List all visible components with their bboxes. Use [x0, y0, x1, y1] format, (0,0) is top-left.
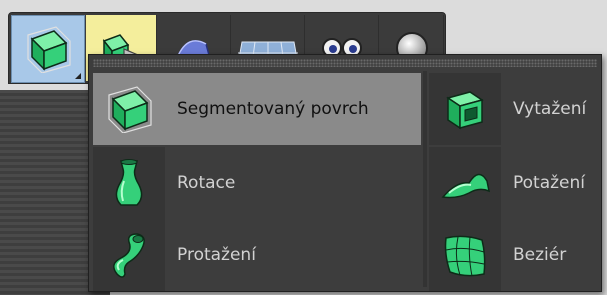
- menu-item-loft[interactable]: Potažení: [429, 147, 597, 219]
- menu-item-label: Segmentovaný povrch: [177, 99, 369, 119]
- sweep-tube-icon: [113, 233, 145, 278]
- menu-item-extrude[interactable]: Vytažení: [429, 73, 597, 145]
- submenu-indicator-icon: [75, 73, 81, 79]
- menu-drag-grip[interactable]: [93, 59, 597, 67]
- menu-item-label: Protažení: [177, 245, 256, 265]
- menu-item-bezier[interactable]: Beziér: [429, 219, 597, 291]
- subdivision-surface-icon: [108, 86, 152, 133]
- lathe-vase-icon: [115, 159, 143, 206]
- subdivision-surface-tool-button[interactable]: [11, 15, 85, 83]
- extrude-box-icon: [446, 91, 484, 130]
- menu-item-subdivision-surface[interactable]: Segmentovaný povrch: [93, 73, 421, 145]
- menu-item-label: Vytažení: [513, 99, 587, 119]
- bezier-patch-icon: [444, 235, 486, 277]
- menu-item-lathe[interactable]: Rotace: [93, 147, 421, 219]
- menu-item-label: Rotace: [177, 173, 236, 193]
- menu-item-sweep[interactable]: Protažení: [93, 219, 421, 291]
- menu-item-label: Beziér: [513, 245, 567, 265]
- generator-popup-menu: Segmentovaný povrch Rotace Protažení Vyt…: [88, 54, 602, 292]
- column-divider: [423, 71, 427, 287]
- loft-surface-icon: [441, 173, 491, 199]
- menu-item-label: Potažení: [513, 173, 586, 193]
- subdivision-surface-icon: [27, 26, 71, 73]
